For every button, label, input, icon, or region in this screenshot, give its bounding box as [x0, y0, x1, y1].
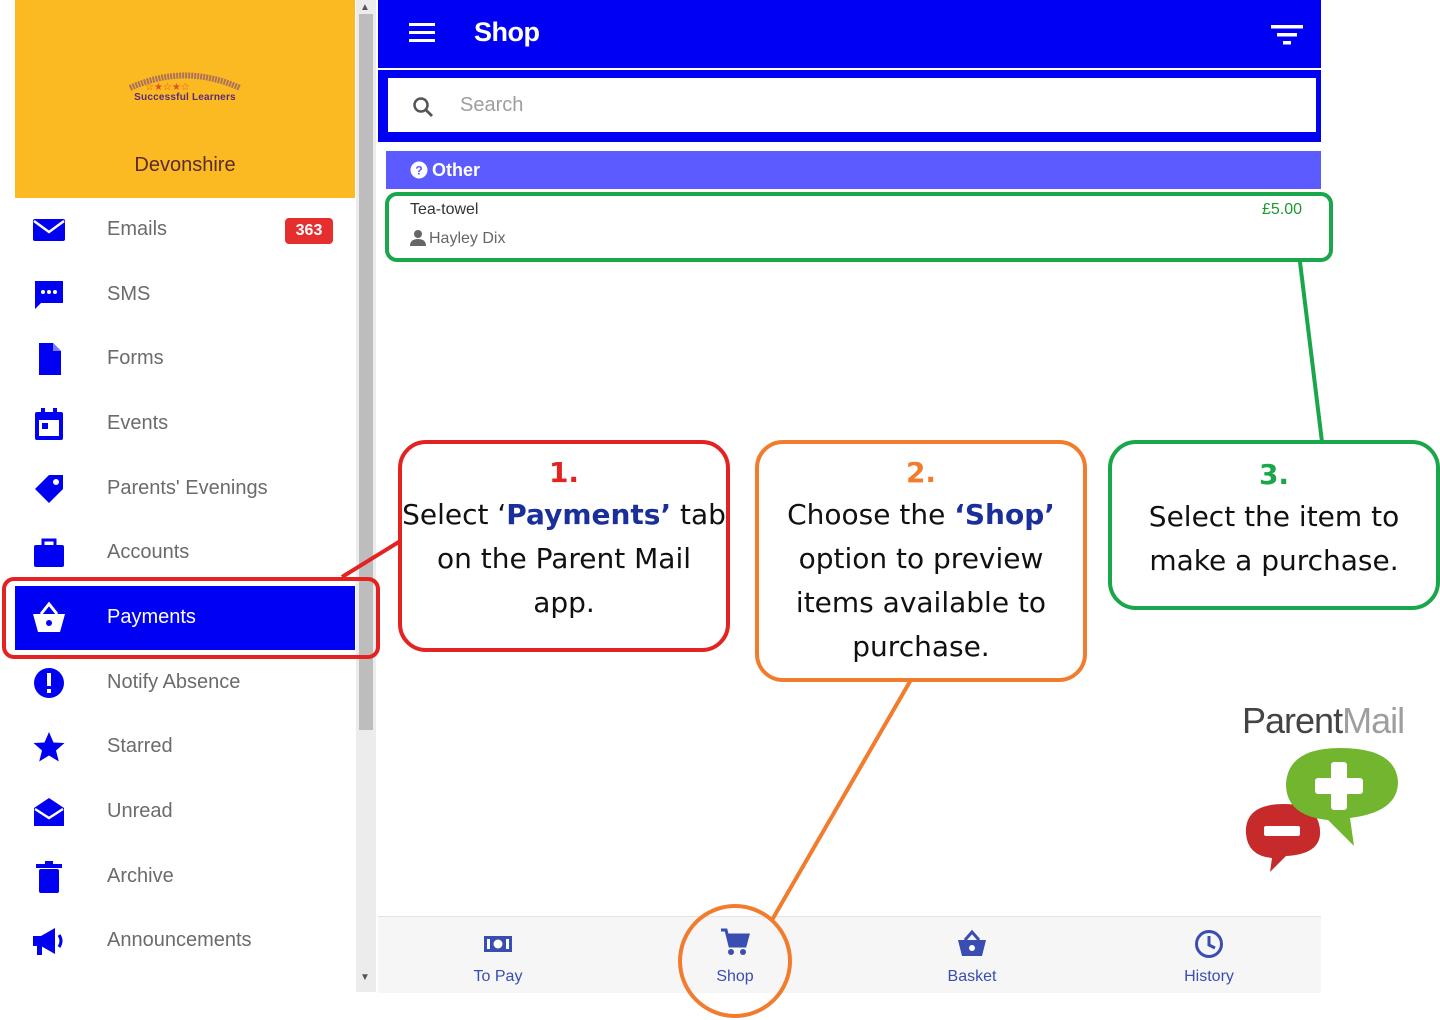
callout-text: Select ‘	[402, 498, 507, 531]
callout-strong: ‘Shop’	[954, 498, 1055, 531]
callout-text: Select the item to make a purchase.	[1148, 500, 1400, 577]
parentmail-wordmark: ParentMail	[1242, 700, 1405, 741]
callout-step-2: 2. Choose the ‘Shop’ option to preview i…	[755, 440, 1087, 682]
callout-step-1: 1. Select ‘Payments’ tab on the Parent M…	[398, 440, 730, 652]
callout-number: 3.	[1258, 458, 1290, 491]
callout-step-3: 3. Select the item to make a purchase.	[1108, 440, 1440, 610]
callout-text: Choose the	[787, 498, 955, 531]
item-highlight	[385, 192, 1333, 262]
shop-tab-highlight	[678, 904, 792, 1018]
callout-strong: Payments’	[506, 498, 672, 531]
callout-number: 2.	[905, 456, 937, 489]
callout-number: 1.	[548, 456, 580, 489]
payments-highlight	[2, 577, 380, 659]
callout-text: option to preview items available to pur…	[795, 542, 1047, 663]
parentmail-logo-icon	[1245, 748, 1398, 872]
